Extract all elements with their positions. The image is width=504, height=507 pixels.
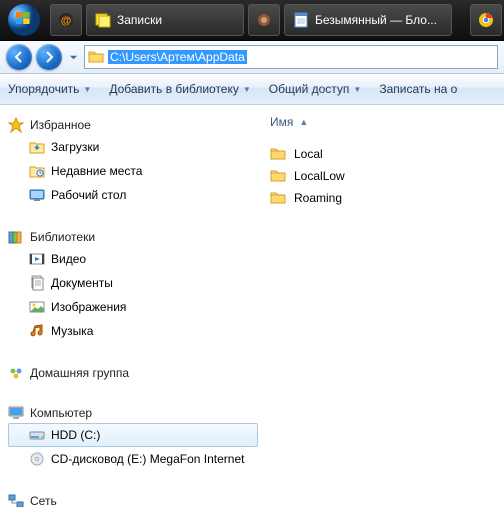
sidebar-item-hdd[interactable]: HDD (C:): [8, 423, 258, 447]
sidebar-item-documents[interactable]: Документы: [8, 271, 258, 295]
nav-label: Библиотеки: [30, 230, 95, 244]
recent-icon: [29, 163, 45, 179]
sidebar-item-music[interactable]: Музыка: [8, 319, 258, 343]
network-header[interactable]: Сеть: [8, 491, 258, 507]
explorer-toolbar: Упорядочить▼ Добавить в библиотеку▼ Общи…: [0, 74, 504, 105]
main-area: Избранное Загрузки Недавние места Рабочи…: [0, 105, 504, 507]
favorites-header[interactable]: Избранное: [8, 115, 258, 135]
navigation-pane: Избранное Загрузки Недавние места Рабочи…: [0, 105, 258, 507]
computer-header[interactable]: Компьютер: [8, 403, 258, 423]
desktop-icon: [29, 187, 45, 203]
folder-icon: [88, 49, 104, 65]
folder-name: Roaming: [294, 191, 342, 205]
folder-icon: [270, 168, 286, 184]
homegroup-header[interactable]: Домашняя группа: [8, 363, 258, 383]
folder-name: Local: [294, 147, 323, 161]
taskbar-label: Записки: [117, 13, 162, 27]
taskbar-app-chrome[interactable]: [470, 4, 502, 36]
history-dropdown[interactable]: [66, 44, 80, 70]
chrome-icon: [478, 12, 494, 28]
nav-label: Видео: [51, 252, 86, 266]
sort-arrow-icon: ▲: [299, 117, 308, 127]
video-icon: [29, 251, 45, 267]
nav-label: Рабочий стол: [51, 188, 126, 202]
at-icon: @: [58, 12, 74, 28]
nav-label: Компьютер: [30, 406, 92, 420]
sidebar-item-downloads[interactable]: Загрузки: [8, 135, 258, 159]
chevron-down-icon: ▼: [243, 85, 251, 94]
navigation-bar: C:\Users\Артем\AppData: [0, 41, 504, 74]
folder-name: LocalLow: [294, 169, 345, 183]
sidebar-item-desktop[interactable]: Рабочий стол: [8, 183, 258, 207]
pictures-icon: [29, 299, 45, 315]
organize-button[interactable]: Упорядочить▼: [8, 82, 91, 96]
content-pane: Имя▲ Local LocalLow Roaming: [258, 105, 504, 507]
nav-label: Загрузки: [51, 140, 99, 154]
nav-label: Недавние места: [51, 164, 142, 178]
drive-icon: [29, 427, 45, 443]
burn-button[interactable]: Записать на о: [379, 82, 457, 96]
nav-label: CD-дисковод (E:) MegaFon Internet: [51, 452, 244, 466]
address-path: C:\Users\Артем\AppData: [108, 50, 247, 64]
sidebar-item-videos[interactable]: Видео: [8, 247, 258, 271]
forward-button[interactable]: [36, 44, 62, 70]
chevron-down-icon: ▼: [353, 85, 361, 94]
folder-item[interactable]: Roaming: [270, 187, 504, 209]
computer-icon: [8, 405, 24, 421]
folder-item[interactable]: LocalLow: [270, 165, 504, 187]
nav-label: Документы: [51, 276, 113, 290]
taskbar-label: Безымянный — Бло...: [315, 13, 437, 27]
cd-icon: [29, 451, 45, 467]
address-bar[interactable]: C:\Users\Артем\AppData: [84, 45, 498, 69]
sidebar-item-recent[interactable]: Недавние места: [8, 159, 258, 183]
taskbar-app-notepad[interactable]: Безымянный — Бло...: [284, 4, 452, 36]
nav-label: Изображения: [51, 300, 126, 314]
folder-icon: [270, 190, 286, 206]
nav-label: Сеть: [30, 494, 57, 507]
documents-icon: [29, 275, 45, 291]
homegroup-icon: [8, 365, 24, 381]
network-icon: [8, 493, 24, 507]
taskbar: @ Записки Безымянный — Бло...: [0, 0, 504, 41]
downloads-icon: [29, 139, 45, 155]
include-library-button[interactable]: Добавить в библиотеку▼: [109, 82, 250, 96]
sidebar-item-pictures[interactable]: Изображения: [8, 295, 258, 319]
nav-label: Музыка: [51, 324, 93, 338]
sidebar-item-cd[interactable]: CD-дисковод (E:) MegaFon Internet: [8, 447, 258, 471]
nav-label: Избранное: [30, 118, 91, 132]
svg-text:@: @: [61, 15, 72, 27]
taskbar-app-1[interactable]: @: [50, 4, 82, 36]
nav-label: Домашняя группа: [30, 366, 129, 380]
app-icon: [256, 12, 272, 28]
taskbar-app-notes[interactable]: Записки: [86, 4, 244, 36]
column-header-name[interactable]: Имя▲: [270, 111, 504, 133]
nav-label: HDD (C:): [51, 428, 100, 442]
share-button[interactable]: Общий доступ▼: [269, 82, 362, 96]
libraries-header[interactable]: Библиотеки: [8, 227, 258, 247]
libraries-icon: [8, 229, 24, 245]
notepad-icon: [293, 12, 309, 28]
folder-item[interactable]: Local: [270, 143, 504, 165]
taskbar-app-2[interactable]: [248, 4, 280, 36]
back-button[interactable]: [6, 44, 32, 70]
sticky-notes-icon: [95, 12, 111, 28]
start-button[interactable]: [0, 0, 48, 40]
folder-icon: [270, 146, 286, 162]
chevron-down-icon: ▼: [83, 85, 91, 94]
music-icon: [29, 323, 45, 339]
star-icon: [8, 117, 24, 133]
